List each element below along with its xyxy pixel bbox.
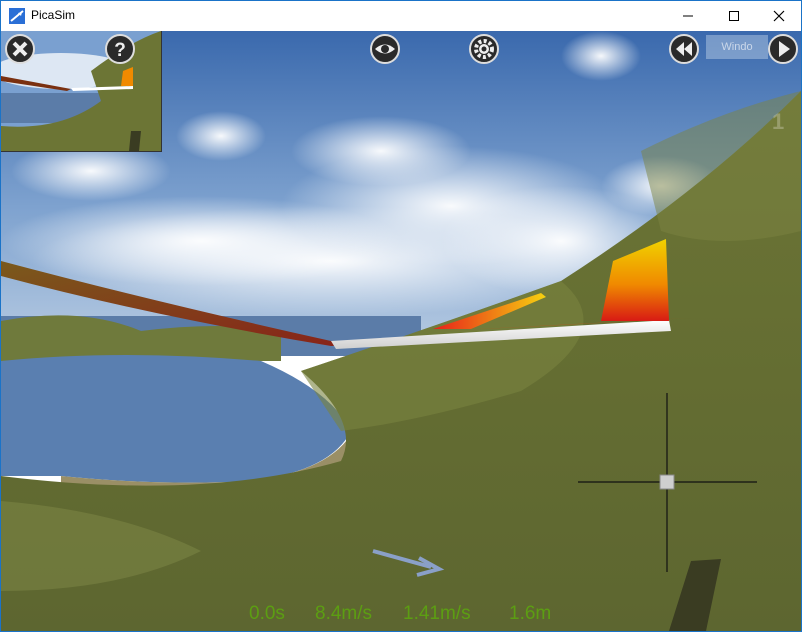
rewind-button[interactable] [669, 34, 699, 64]
ghost-counter: 1 [772, 109, 785, 134]
minimize-icon [683, 15, 693, 17]
ghost-window-label: Windo [706, 35, 768, 59]
help-button[interactable]: ? [105, 34, 135, 64]
play-button[interactable] [768, 34, 798, 64]
picasim-window: PicaSim Windo 1 ? 0.0s 8.4m/s 1.41m/s 1.… [0, 0, 802, 632]
play-icon [768, 34, 798, 64]
maximize-icon [729, 11, 739, 21]
hud-time: 0.0s [249, 603, 285, 624]
gear-icon [469, 34, 499, 64]
maximize-button[interactable] [711, 1, 757, 31]
close-window-button[interactable] [756, 1, 801, 31]
settings-button[interactable] [469, 34, 499, 64]
title-bar[interactable]: PicaSim [1, 1, 801, 31]
close-icon [5, 34, 35, 64]
picasim-app-icon [9, 8, 25, 24]
window-title: PicaSim [31, 8, 76, 22]
flight-viewport[interactable]: Windo 1 ? 0.0s 8.4m/s 1.41m/s 1.6m [1, 31, 801, 631]
close-icon [773, 10, 785, 22]
question-icon: ? [105, 34, 135, 64]
view-button[interactable] [370, 34, 400, 64]
eye-icon [370, 34, 400, 64]
hud-altitude: 1.6m [509, 603, 552, 624]
minimize-button[interactable] [665, 1, 711, 31]
rewind-icon [669, 34, 699, 64]
svg-text:?: ? [114, 40, 126, 61]
quit-button[interactable] [5, 34, 35, 64]
hud-airspeed: 8.4m/s [315, 603, 373, 624]
hud-vertical-speed: 1.41m/s [403, 603, 471, 624]
